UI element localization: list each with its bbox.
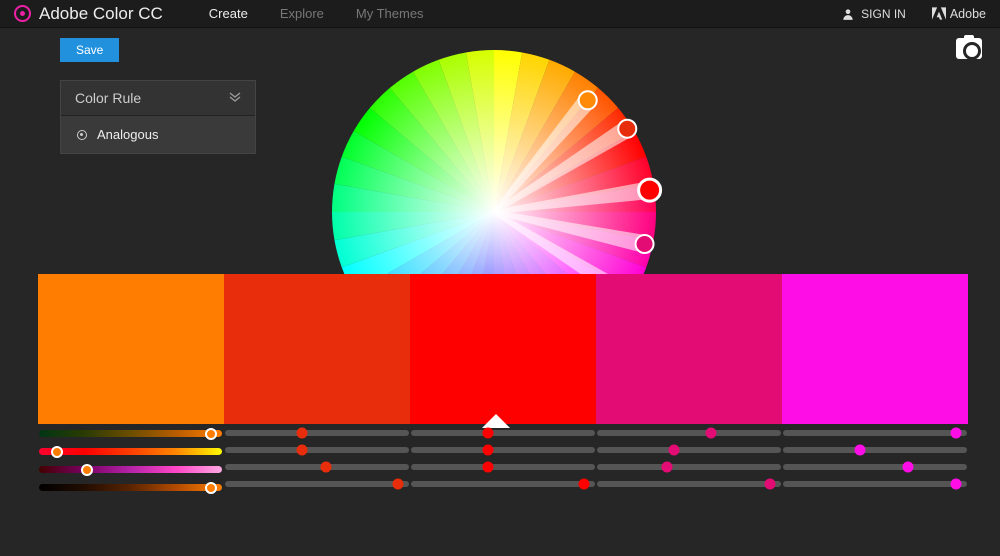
slider-thumb[interactable]	[706, 428, 717, 439]
chevron-down-icon	[229, 91, 241, 106]
extract-from-image-button[interactable]	[956, 38, 982, 59]
rule-option-analogous[interactable]: Analogous	[61, 116, 255, 153]
color-slider[interactable]	[39, 448, 222, 455]
color-slider[interactable]	[225, 430, 409, 436]
palette-swatch[interactable]	[38, 274, 224, 424]
nav-my-themes[interactable]: My Themes	[356, 6, 424, 21]
slider-thumb[interactable]	[661, 462, 672, 473]
slider-thumb[interactable]	[483, 428, 494, 439]
slider-thumb[interactable]	[51, 446, 63, 458]
user-icon	[841, 7, 855, 21]
color-slider[interactable]	[39, 466, 222, 473]
app-header: Adobe Color CC Create Explore My Themes …	[0, 0, 1000, 28]
sign-in-link[interactable]: SIGN IN	[841, 7, 906, 21]
radio-selected-icon	[77, 130, 87, 140]
slider-thumb[interactable]	[578, 479, 589, 490]
color-slider[interactable]	[411, 447, 595, 453]
slider-thumb[interactable]	[483, 462, 494, 473]
slider-thumb[interactable]	[297, 445, 308, 456]
palette-swatch[interactable]	[224, 274, 410, 424]
palette-swatch[interactable]	[410, 274, 596, 424]
palette-swatch[interactable]	[596, 274, 782, 424]
color-slider[interactable]	[225, 464, 409, 470]
slider-thumb[interactable]	[950, 479, 961, 490]
color-slider[interactable]	[783, 447, 967, 453]
color-slider[interactable]	[225, 447, 409, 453]
sliders-area	[38, 430, 968, 502]
slider-thumb[interactable]	[903, 462, 914, 473]
wheel-marker[interactable]	[579, 91, 597, 109]
adobe-logo-icon	[932, 7, 946, 20]
palette-row	[38, 274, 968, 424]
slider-thumb[interactable]	[855, 445, 866, 456]
palette-swatch[interactable]	[782, 274, 968, 424]
product-name: Adobe Color CC	[39, 4, 163, 24]
rule-option-label: Analogous	[97, 127, 158, 142]
color-slider[interactable]	[39, 484, 222, 491]
color-slider[interactable]	[597, 464, 781, 470]
slider-thumb[interactable]	[81, 464, 93, 476]
save-button[interactable]: Save	[60, 38, 119, 62]
base-color-indicator-icon	[482, 414, 510, 428]
slider-thumb[interactable]	[764, 479, 775, 490]
color-rule-toggle[interactable]: Color Rule	[61, 81, 255, 116]
slider-thumb[interactable]	[950, 428, 961, 439]
adobe-link[interactable]: Adobe	[932, 7, 986, 21]
color-slider[interactable]	[225, 481, 409, 487]
color-slider[interactable]	[783, 481, 967, 487]
slider-thumb[interactable]	[392, 479, 403, 490]
color-slider[interactable]	[411, 430, 595, 436]
color-rule-panel: Color Rule Analogous	[60, 80, 256, 154]
slider-thumb[interactable]	[321, 462, 332, 473]
slider-thumb[interactable]	[205, 482, 217, 494]
color-slider[interactable]	[411, 464, 595, 470]
slider-thumb[interactable]	[483, 445, 494, 456]
color-rule-heading: Color Rule	[75, 90, 141, 106]
color-slider[interactable]	[39, 430, 222, 437]
color-slider[interactable]	[597, 447, 781, 453]
adobe-color-logo-icon	[14, 5, 31, 22]
color-slider[interactable]	[783, 430, 967, 436]
color-slider[interactable]	[597, 481, 781, 487]
nav-create[interactable]: Create	[209, 6, 248, 21]
nav-explore[interactable]: Explore	[280, 6, 324, 21]
color-slider[interactable]	[783, 464, 967, 470]
color-slider[interactable]	[597, 430, 781, 436]
wheel-marker[interactable]	[618, 120, 636, 138]
adobe-label: Adobe	[950, 7, 986, 21]
slider-thumb[interactable]	[205, 428, 217, 440]
wheel-marker[interactable]	[636, 235, 654, 253]
color-slider[interactable]	[411, 481, 595, 487]
slider-thumb[interactable]	[297, 428, 308, 439]
sign-in-label: SIGN IN	[861, 7, 906, 21]
wheel-marker[interactable]	[639, 179, 661, 201]
slider-thumb[interactable]	[669, 445, 680, 456]
